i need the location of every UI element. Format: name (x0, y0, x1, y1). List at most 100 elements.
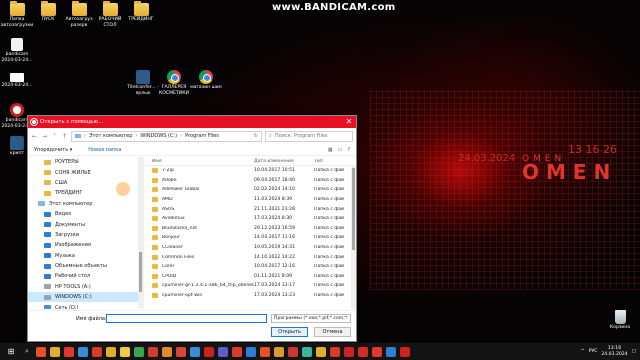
open-button[interactable]: Открыть (271, 327, 308, 337)
taskbar-app-icon[interactable] (148, 346, 158, 357)
taskbar-app-icon[interactable] (134, 346, 144, 357)
taskbar-app-icon[interactable] (330, 346, 340, 357)
nav-item[interactable]: РОУТЕРЫ (28, 157, 143, 167)
nav-item[interactable]: СОНЯ ЖИЛЬЕ (28, 167, 143, 177)
back-arrow-icon[interactable]: ← (31, 133, 38, 140)
taskbar-app-icon[interactable] (176, 346, 186, 357)
nav-item[interactable]: Документы (28, 219, 143, 229)
organize-button[interactable]: Упорядочить ▾ (34, 147, 72, 153)
taskbar-app-icon[interactable] (274, 346, 284, 357)
taskbar-app-icon[interactable] (316, 346, 326, 357)
taskbar-app-icon[interactable] (162, 346, 172, 357)
file-row[interactable]: ASUS 21.11.2021 23:28 Папка с фай (144, 204, 356, 214)
start-button[interactable]: ⊞ (0, 347, 22, 356)
refresh-icon[interactable]: ↻ (254, 133, 261, 139)
breadcrumb-item[interactable]: Этот компьютер (89, 133, 132, 139)
taskbar-app-icon[interactable] (106, 346, 116, 357)
file-scroll-thumb[interactable] (352, 168, 355, 250)
nav-item[interactable]: HP TOOLS (A:) (28, 282, 143, 292)
taskbar-app-icon[interactable] (92, 346, 102, 357)
file-row[interactable]: AMD 11.03.2024 8:39 Папка с фай (144, 195, 356, 205)
forward-arrow-icon[interactable]: → (41, 133, 48, 140)
nav-item[interactable]: Рабочий стол (28, 271, 143, 281)
desktop-icon-desktop-folder[interactable]: РАБОЧИЙ СТОЛ (93, 1, 127, 28)
file-row[interactable]: Common Files 14.10.2022 14:22 Папка с фай (144, 252, 356, 262)
taskbar-app-icon[interactable] (288, 346, 298, 357)
breadcrumb-item[interactable]: WINDOWS (C:) (140, 133, 177, 139)
taskbar-app-icon[interactable] (64, 346, 74, 357)
file-row[interactable]: BlueStacks_nxt 29.12.2023 16:59 Папка с фа… (144, 224, 356, 234)
column-type[interactable]: Тип (314, 159, 354, 164)
taskbar-app-icon[interactable] (36, 346, 46, 357)
search-input[interactable]: ⌕ Поиск: Program Files (265, 130, 353, 142)
desktop-icon-file-2[interactable]: 2024-03-24... (0, 70, 34, 89)
preview-pane-icon[interactable]: ▭ (338, 147, 343, 153)
desktop-icon-recycle-bin[interactable]: Корзина (603, 310, 637, 331)
desktop-icon-tire-shop[interactable]: магазин шин (189, 70, 223, 91)
wallpaper-omen-logo: OMEN (522, 160, 618, 184)
nav-item[interactable]: Загрузки (28, 230, 143, 240)
file-row[interactable]: Adobe 09.04.2017 18:40 Папка с фай (144, 176, 356, 186)
desktop-icon-autostart-backup[interactable]: Автозагруз разерв (62, 1, 96, 28)
desktop-icon-startup-folder[interactable]: Папка автозагрузки (0, 1, 34, 28)
file-row[interactable]: AdiPower Global 02.02.2024 14:10 Папка с ф… (144, 185, 356, 195)
clock[interactable]: 13:16 24.03.2024 (601, 346, 627, 357)
taskbar-app-icon[interactable] (204, 346, 214, 357)
filetype-select[interactable]: Программы (*.exe;*.pif;*.com;*. (271, 314, 351, 323)
taskbar-app-icon[interactable] (372, 346, 382, 357)
file-row[interactable]: Corel 10.04.2017 12:16 Папка с фай (144, 262, 356, 272)
file-row[interactable]: cpuminer-opt-win 17.03.2024 13:23 Папка с … (144, 291, 356, 301)
taskbar-app-icon[interactable] (302, 346, 312, 357)
cancel-button[interactable]: Отмена (314, 327, 351, 337)
file-list-scrollbar[interactable] (351, 166, 356, 309)
desktop-icon-cosmetics-gallery[interactable]: ГАЛЛЕРЕЯ КОСМЕТИКИ (157, 70, 191, 96)
nav-scrollbar[interactable] (138, 157, 143, 309)
language-indicator[interactable]: РУС (589, 349, 598, 354)
file-row[interactable]: CCleaner 10.05.2019 14:31 Папка с фай (144, 243, 356, 253)
nav-item[interactable]: Музыка (28, 251, 143, 261)
column-date[interactable]: Дата изменения (254, 159, 314, 164)
breadcrumb[interactable]: › Этот компьютер › WINDOWS (C:) › Progra… (71, 130, 262, 142)
taskbar-app-icon[interactable] (246, 346, 256, 357)
column-name[interactable]: Имя (144, 159, 254, 164)
nav-item[interactable]: WINDOWS (C:) (28, 292, 143, 303)
taskbar-app-icon[interactable] (190, 346, 200, 357)
help-icon[interactable]: ? (347, 147, 350, 153)
desktop-icon-pusk[interactable]: ПУСК (31, 1, 65, 23)
search-icon[interactable]: ⌕ (22, 347, 32, 356)
close-button[interactable]: ✕ (342, 116, 356, 128)
taskbar-app-icon[interactable] (344, 346, 354, 357)
tray-chevron-icon[interactable]: ^ (581, 349, 585, 354)
file-row[interactable]: Avidemux 17.03.2024 8:30 Папка с фай (144, 214, 356, 224)
notifications-icon[interactable]: ▢ (632, 349, 636, 354)
taskbar-app-icon[interactable] (78, 346, 88, 357)
taskbar-app-icon[interactable] (50, 346, 60, 357)
taskbar-app-icon[interactable] (358, 346, 368, 357)
nav-item[interactable]: Видео (28, 209, 143, 219)
nav-item[interactable]: Объемные объекты (28, 261, 143, 271)
recent-dropdown-icon[interactable]: ˅ (51, 133, 58, 140)
nav-item[interactable]: Этот компьютер (28, 199, 143, 209)
taskbar-app-icon[interactable] (232, 346, 242, 357)
desktop-icon-bandicam-file-1[interactable]: bandicam 2024-03-24... (0, 38, 34, 63)
desktop-icon-titelconfer[interactable]: Titelconfer... - ярлык (126, 70, 160, 96)
nav-item[interactable]: Изображения (28, 240, 143, 250)
taskbar-app-icon[interactable] (260, 346, 270, 357)
file-row[interactable]: Bonjour 14.04.2017 11:16 Папка с фай (144, 233, 356, 243)
view-options-icon[interactable]: ▦ (328, 147, 333, 153)
file-row[interactable]: CPUID 01.11.2021 8:09 Папка с фай (144, 272, 356, 282)
file-row[interactable]: cpuminer-gr-1.2.4.1-x86_64_tnp_obelisk 17… (144, 281, 356, 291)
up-arrow-icon[interactable]: ↑ (61, 133, 68, 140)
file-row[interactable]: 7-Zip 10.04.2017 10:51 Папка с фай (144, 166, 356, 176)
nav-item[interactable]: Сеть (D:) (28, 302, 143, 309)
taskbar-app-icon[interactable] (218, 346, 228, 357)
new-folder-button[interactable]: Новая папка (88, 147, 121, 153)
filename-input[interactable] (106, 314, 267, 323)
nav-scroll-thumb[interactable] (139, 252, 142, 292)
taskbar-app-icon[interactable] (400, 346, 410, 357)
taskbar-app-icon[interactable] (120, 346, 130, 357)
dialog-titlebar[interactable]: Открыть с помощью... ✕ (28, 116, 356, 128)
breadcrumb-item[interactable]: Program Files (185, 133, 219, 139)
taskbar-app-icon[interactable] (386, 346, 396, 357)
desktop-icon-trading[interactable]: ТРЕЙДИНГ (124, 1, 158, 23)
